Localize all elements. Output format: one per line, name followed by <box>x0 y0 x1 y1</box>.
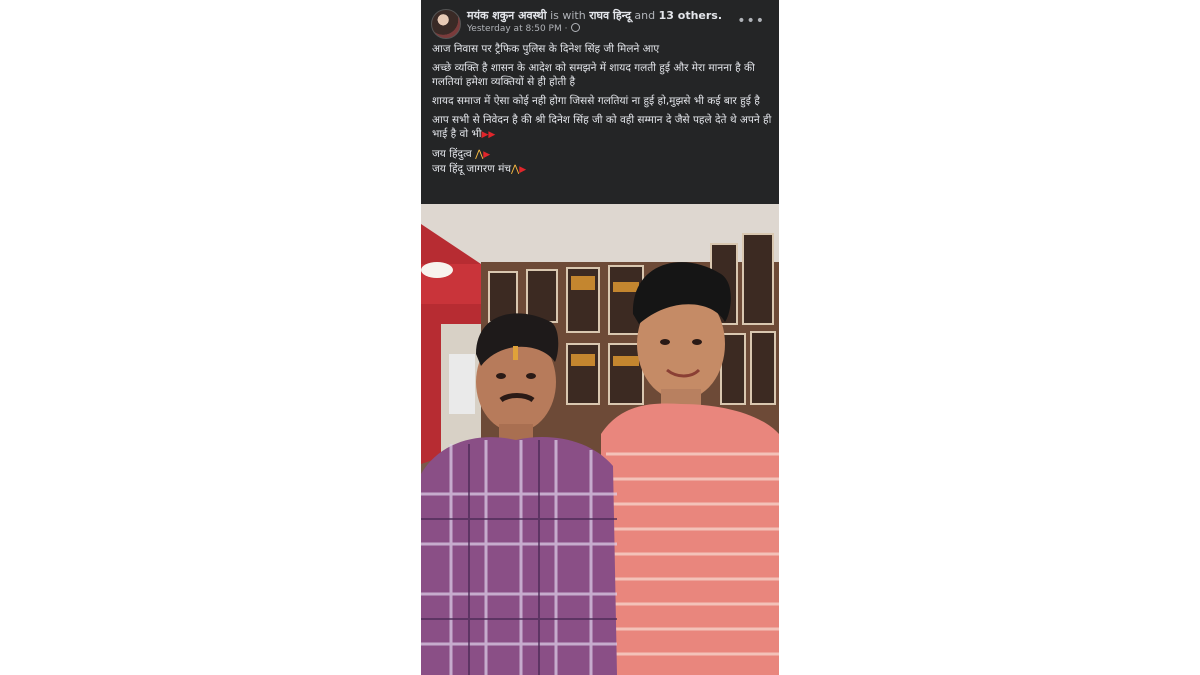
author-name[interactable]: मयंक शकुन अवस्थी <box>467 9 547 22</box>
author-line: मयंक शकुन अवस्थी is with राघव हिन्दू and… <box>467 8 739 23</box>
post-line-2: अच्छे व्यक्ति है शासन के आदेश को समझने म… <box>432 62 755 88</box>
flag-icon: ▶ <box>483 150 491 160</box>
post-line-6: जय हिंदू जागरण मंच <box>432 163 512 175</box>
timestamp-line: Yesterday at 8:50 PM · <box>467 23 739 36</box>
post-text: आज निवास पर ट्रैफिक पुलिस के दिनेश सिंह … <box>432 42 772 177</box>
tagged-person[interactable]: राघव हिन्दू <box>589 9 631 22</box>
post-line-4-wrap: आप सभी से निवेदन है की श्री दिनेश सिंह ज… <box>432 113 772 142</box>
author-avatar[interactable] <box>431 9 461 39</box>
post-meta: मयंक शकुन अवस्थी is with राघव हिन्दू and… <box>467 8 739 36</box>
post-line-5: जय हिंदुत्व <box>432 148 472 160</box>
and-text: and <box>634 9 656 22</box>
post-line-5-wrap: जय हिंदुत्व ⋀▶ <box>432 147 772 162</box>
with-text: is with <box>550 9 586 22</box>
tagged-others[interactable]: 13 others. <box>659 9 722 22</box>
post-line-6-wrap: जय हिंदू जागरण मंच⋀▶ <box>432 162 772 177</box>
post-line-1: आज निवास पर ट्रैफिक पुलिस के दिनेश सिंह … <box>432 43 660 55</box>
post-line-3: शायद समाज में ऐसा कोई नही होगा जिससे गलत… <box>432 95 760 107</box>
globe-icon <box>571 23 581 32</box>
facebook-post: मयंक शकुन अवस्थी is with राघव हिन्दू and… <box>421 0 779 675</box>
folded-hands-icon: ⋀ <box>511 164 520 175</box>
photo-illustration <box>421 204 779 675</box>
post-header: मयंक शकुन अवस्थी is with राघव हिन्दू and… <box>431 8 769 39</box>
flag-icon: ▶ <box>519 165 527 175</box>
post-timestamp[interactable]: Yesterday at 8:50 PM · <box>467 24 567 34</box>
flag-icon: ▶▶ <box>481 130 496 140</box>
post-photo[interactable] <box>421 204 779 675</box>
more-options-button[interactable]: ••• <box>737 14 765 28</box>
